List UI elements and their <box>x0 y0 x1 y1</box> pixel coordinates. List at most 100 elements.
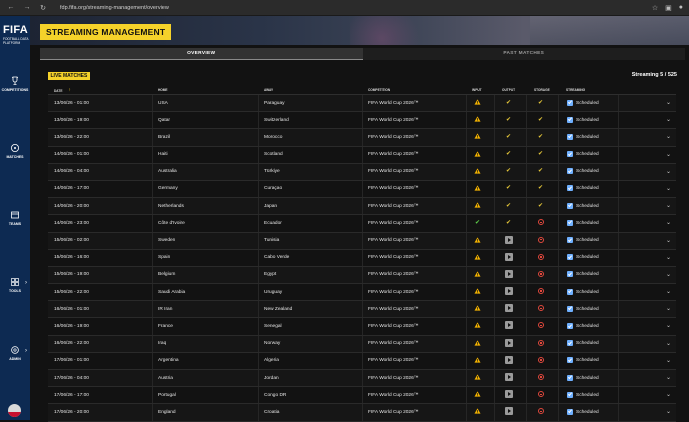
streaming-checkbox[interactable] <box>567 374 573 381</box>
column-separator <box>558 146 559 163</box>
extensions-icon[interactable]: ▣ <box>665 4 672 12</box>
back-icon[interactable]: ← <box>6 4 16 11</box>
streaming-checkbox[interactable] <box>567 185 573 192</box>
fifa-logo[interactable]: FIFA <box>3 24 28 36</box>
chevron-down-icon[interactable]: ⌄ <box>666 185 671 192</box>
streaming-checkbox[interactable] <box>567 133 573 140</box>
play-icon[interactable] <box>505 338 513 347</box>
streaming-checkbox[interactable] <box>567 408 573 415</box>
table-row[interactable]: 13/06/26 - 22:00 Brazil Morocco FIFA World … <box>48 129 676 147</box>
play-icon[interactable] <box>505 407 513 416</box>
table-row[interactable]: 16/06/26 - 22:00 Iraq Norway FIFA World Cup… <box>48 335 676 353</box>
play-icon[interactable] <box>505 390 513 399</box>
table-row[interactable]: 17/06/26 - 04:00 Austria Jordan FIFA World … <box>48 370 676 388</box>
table-row[interactable]: 15/06/26 - 16:00 Spain Cabo Verde FIFA Worl… <box>48 249 676 267</box>
table-row[interactable]: 17/06/26 - 20:00 England Croatia FIFA World… <box>48 404 676 422</box>
chevron-down-icon[interactable]: ⌄ <box>666 391 671 398</box>
table-row[interactable]: 15/06/26 - 02:00 Sweden Tunisia FIFA World … <box>48 232 676 250</box>
play-icon[interactable] <box>505 304 513 313</box>
table-row[interactable]: 15/06/26 - 22:00 Saudi Arabia Uruguay FIFA … <box>48 284 676 302</box>
chevron-down-icon[interactable]: ⌄ <box>666 340 671 347</box>
streaming-checkbox[interactable] <box>567 357 573 364</box>
streaming-checkbox[interactable] <box>567 305 573 312</box>
profile-icon[interactable]: ● <box>679 4 683 12</box>
column-header-away[interactable]: AWAY <box>264 88 273 92</box>
avatar[interactable] <box>8 404 21 417</box>
streaming-checkbox[interactable] <box>567 168 573 175</box>
table-row[interactable]: 14/06/26 - 20:00 Netherlands Japan FIFA Wor… <box>48 198 676 216</box>
streaming-checkbox[interactable] <box>567 254 573 261</box>
address-bar[interactable]: fdp.fifa.org/streaming-management/overvi… <box>60 5 169 11</box>
chevron-down-icon[interactable]: ⌄ <box>666 305 671 312</box>
play-icon[interactable] <box>505 252 513 261</box>
streaming-checkbox[interactable] <box>567 288 573 295</box>
play-icon[interactable] <box>505 321 513 330</box>
table-row[interactable]: 14/06/26 - 23:00 Côte d'Ivoire Ecuador FIFA… <box>48 215 676 233</box>
column-header-date[interactable]: DATE ↑ <box>54 87 71 93</box>
chevron-down-icon[interactable]: ⌄ <box>666 254 671 261</box>
column-separator <box>618 404 619 421</box>
table-row[interactable]: 15/06/26 - 19:00 Belgium Egypt FIFA World C… <box>48 266 676 285</box>
chevron-down-icon[interactable]: ⌄ <box>666 322 671 329</box>
sidebar-item-matches[interactable]: MATCHES <box>0 143 30 159</box>
column-header-storage[interactable]: STORAGE <box>534 88 550 92</box>
bookmark-star-icon[interactable]: ☆ <box>652 4 658 12</box>
chevron-down-icon[interactable]: ⌄ <box>666 374 671 381</box>
table-row[interactable]: 14/06/26 - 04:00 Australia Türkiye FIFA Wor… <box>48 163 676 181</box>
chevron-down-icon[interactable]: ⌄ <box>666 357 671 364</box>
table-row[interactable]: 17/06/26 - 01:00 Argentina Algeria FIFA Wor… <box>48 352 676 370</box>
cell-competition: FIFA World Cup 2026™ <box>368 100 419 106</box>
table-row[interactable]: 13/06/26 - 01:00 USA Paraguay FIFA World Cu… <box>48 95 676 113</box>
cell-streaming-status: Scheduled <box>576 169 599 175</box>
tab-overview[interactable]: OVERVIEW <box>40 48 363 60</box>
column-separator <box>362 352 363 369</box>
sidebar-item-admin[interactable]: ADMIN › <box>0 345 30 361</box>
streaming-checkbox[interactable] <box>567 271 573 278</box>
chevron-down-icon[interactable]: ⌄ <box>666 133 671 140</box>
table-row[interactable]: 17/06/26 - 17:00 Portugal Congo DR FIFA Wor… <box>48 387 676 405</box>
table-row[interactable]: 14/06/26 - 01:00 Haiti Scotland FIFA World … <box>48 146 676 164</box>
chevron-down-icon[interactable]: ⌄ <box>666 219 671 226</box>
streaming-checkbox[interactable] <box>567 151 573 158</box>
chevron-down-icon[interactable]: ⌄ <box>666 271 671 278</box>
column-header-home[interactable]: HOME <box>158 88 168 92</box>
streaming-checkbox[interactable] <box>567 237 573 243</box>
streaming-checkbox[interactable] <box>567 391 573 398</box>
column-header-input[interactable]: INPUT <box>472 88 482 92</box>
sidebar-item-competitions[interactable]: COMPETITIONS <box>0 76 30 92</box>
play-icon[interactable] <box>505 373 513 381</box>
reload-icon[interactable]: ↻ <box>38 4 48 12</box>
table-row[interactable]: 14/06/26 - 17:00 Germany Curaçao FIFA World… <box>48 180 676 199</box>
play-icon[interactable] <box>505 235 513 244</box>
streaming-checkbox[interactable] <box>567 219 573 226</box>
sidebar-item-tools[interactable]: TOOLS › <box>0 277 30 293</box>
streaming-checkbox[interactable] <box>567 202 573 209</box>
column-header-competition[interactable]: COMPETITION <box>368 88 390 92</box>
column-separator <box>494 284 495 301</box>
streaming-checkbox[interactable] <box>567 340 573 347</box>
column-header-output[interactable]: OUTPUT <box>502 88 515 92</box>
chevron-down-icon[interactable]: ⌄ <box>666 168 671 175</box>
sidebar-item-teams[interactable]: TEAMS <box>0 210 30 226</box>
chevron-down-icon[interactable]: ⌄ <box>666 116 671 123</box>
streaming-checkbox[interactable] <box>567 99 573 106</box>
table-row[interactable]: 13/06/26 - 19:00 Qatar Switzerland FIFA Wor… <box>48 112 676 130</box>
chevron-down-icon[interactable]: ⌄ <box>666 237 671 244</box>
column-header-streaming[interactable]: STREAMING <box>566 88 585 92</box>
streaming-checkbox[interactable] <box>567 116 573 123</box>
chevron-down-icon[interactable]: ⌄ <box>666 202 671 209</box>
play-icon[interactable] <box>505 287 513 296</box>
table-row[interactable]: 16/06/26 - 01:00 IR Iran New Zealand FIFA W… <box>48 301 676 319</box>
chevron-down-icon[interactable]: ⌄ <box>666 151 671 158</box>
chevron-down-icon[interactable]: ⌄ <box>666 408 671 415</box>
play-icon[interactable] <box>505 355 513 364</box>
tab-past-matches[interactable]: PAST MATCHES <box>362 48 685 60</box>
streaming-checkbox[interactable] <box>567 322 573 329</box>
column-separator <box>466 284 467 301</box>
chevron-down-icon[interactable]: ⌄ <box>666 288 671 295</box>
forward-icon[interactable]: → <box>22 4 32 11</box>
column-separator <box>618 387 619 404</box>
chevron-down-icon[interactable]: ⌄ <box>666 99 671 106</box>
play-icon[interactable] <box>505 269 513 278</box>
table-row[interactable]: 16/06/26 - 19:00 France Senegal FIFA World … <box>48 318 676 336</box>
